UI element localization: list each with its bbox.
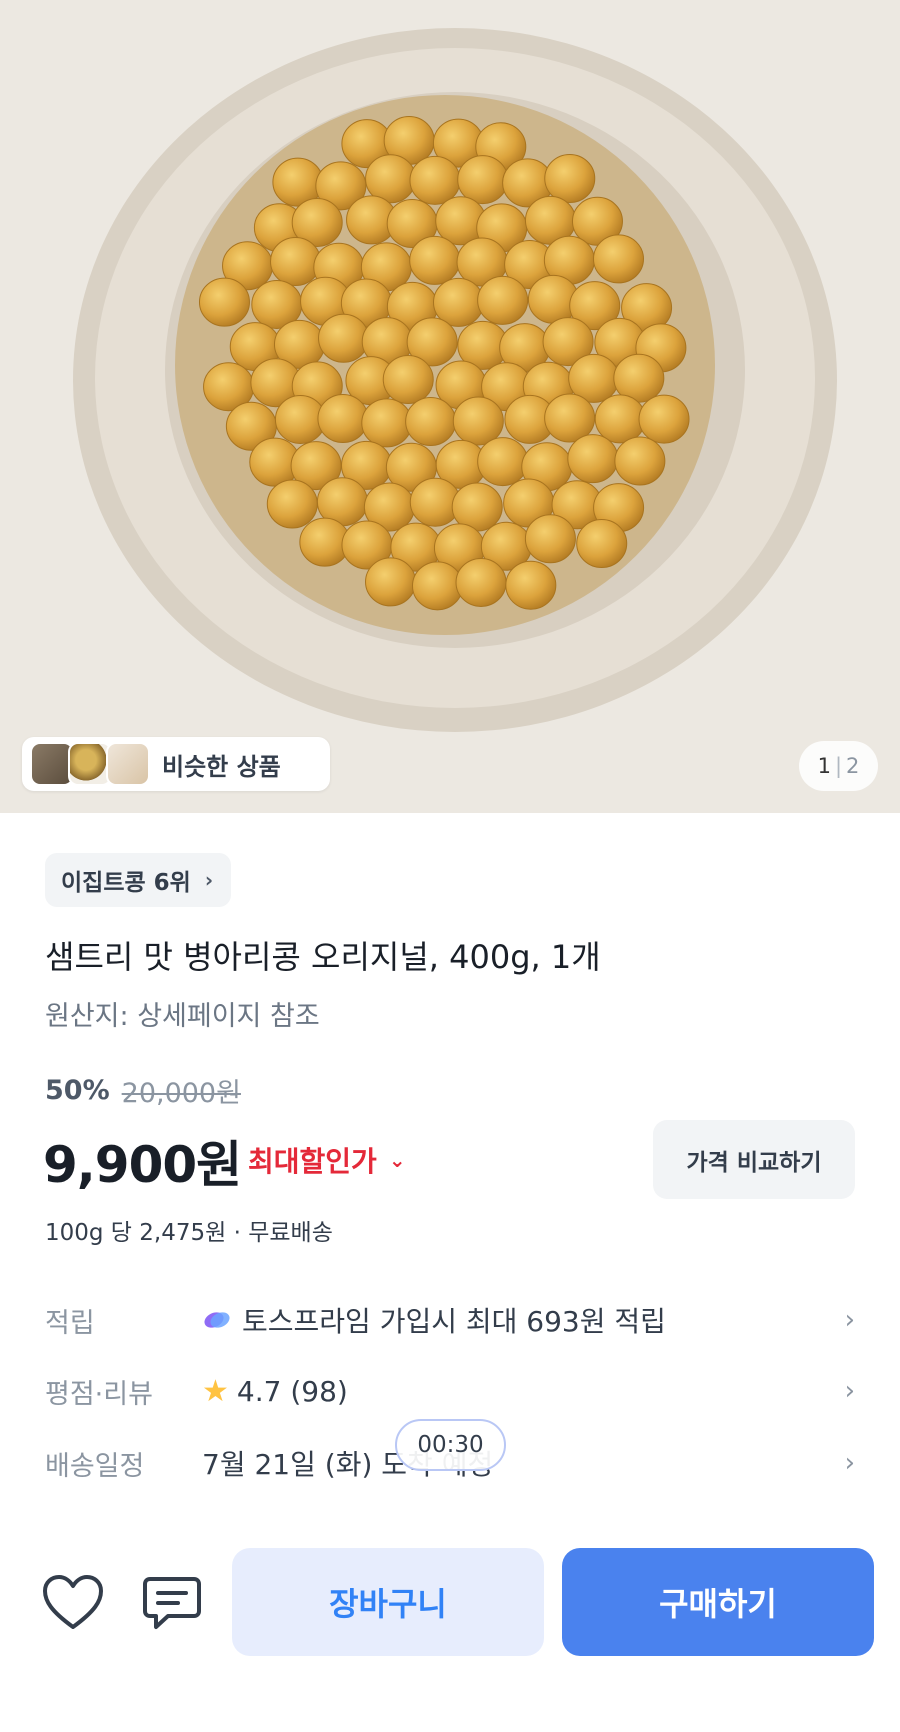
- chat-icon: [143, 1577, 201, 1629]
- chickpea: [409, 235, 461, 285]
- max-discount-label: 최대할인가: [248, 1145, 377, 1178]
- chickpea: [365, 557, 417, 607]
- chickpea: [361, 398, 413, 448]
- wishlist-button[interactable]: [41, 1573, 105, 1633]
- sale-price: 9,900원: [43, 1136, 242, 1194]
- inquiry-button[interactable]: [140, 1573, 204, 1635]
- toss-prime-icon: [204, 1312, 230, 1328]
- rank-label: 이집트콩 6위: [61, 870, 191, 896]
- chickpea: [477, 437, 529, 487]
- product-image-gallery[interactable]: 비슷한 상품 1 | 2: [0, 0, 900, 813]
- similar-thumb: [106, 742, 150, 786]
- chevron-right-icon: ›: [844, 1305, 855, 1335]
- similar-products-button[interactable]: 비슷한 상품: [22, 737, 330, 791]
- product-origin: 원산지: 상세페이지 참조: [45, 1001, 320, 1032]
- chevron-down-icon: ⌄: [388, 1148, 406, 1172]
- discount-row: 50% 20,000원: [45, 1071, 241, 1110]
- pager-divider: |: [834, 754, 843, 778]
- product-title: 샘트리 맛 병아리콩 오리지널, 400g, 1개: [45, 938, 601, 976]
- chickpea: [457, 155, 509, 205]
- discount-rate: 50%: [45, 1075, 110, 1106]
- category-rank-chip[interactable]: 이집트콩 6위 ›: [45, 853, 232, 907]
- points-row[interactable]: 적립 토스프라임 가입시 최대 693원 적립 ›: [45, 1295, 855, 1345]
- pager-current: 1: [817, 754, 831, 778]
- chickpea: [593, 234, 645, 284]
- chickpea: [505, 560, 557, 610]
- max-discount-toggle[interactable]: 최대할인가 ⌄: [248, 1140, 406, 1180]
- chevron-right-icon: ›: [844, 1448, 855, 1478]
- chickpea-bowl-image: [0, 0, 900, 813]
- chickpea: [382, 355, 434, 405]
- chickpea: [405, 397, 457, 447]
- pager-total: 2: [846, 754, 860, 778]
- chickpea: [524, 514, 576, 564]
- image-pager: 1 | 2: [799, 741, 878, 791]
- timer-badge: 00:30: [395, 1419, 506, 1471]
- chickpea: [266, 479, 318, 529]
- chickpea: [638, 394, 690, 444]
- chickpea: [452, 396, 504, 446]
- rating-key: 평점·리뷰: [45, 1378, 153, 1410]
- rating-value: 4.7 (98): [236, 1374, 348, 1408]
- chickpea: [477, 275, 529, 325]
- heart-icon: [43, 1575, 103, 1629]
- chickpea: [455, 557, 507, 607]
- chevron-right-icon: ›: [204, 868, 214, 892]
- chickpea: [270, 237, 322, 287]
- star-icon: ★: [202, 1373, 229, 1409]
- chickpea: [412, 561, 464, 611]
- rating-review-row[interactable]: 평점·리뷰 ★ 4.7 (98) ›: [45, 1366, 855, 1416]
- buy-now-button[interactable]: 구매하기: [562, 1548, 874, 1656]
- chickpea: [594, 394, 646, 444]
- chickpea: [318, 313, 370, 363]
- chickpea: [567, 434, 619, 484]
- similar-products-label: 비슷한 상품: [162, 752, 281, 781]
- points-value: 토스프라임 가입시 최대 693원 적립: [242, 1305, 666, 1338]
- price-compare-button[interactable]: 가격 비교하기: [653, 1120, 855, 1199]
- unit-price-shipping: 100g 당 2,475원 · 무료배송: [45, 1220, 333, 1246]
- points-key: 적립: [45, 1307, 95, 1339]
- original-price: 20,000원: [121, 1078, 241, 1109]
- chickpea: [614, 436, 666, 486]
- chickpea: [317, 394, 369, 444]
- chickpea: [576, 519, 628, 569]
- chevron-right-icon: ›: [844, 1376, 855, 1406]
- delivery-key: 배송일정: [45, 1450, 145, 1482]
- add-to-cart-button[interactable]: 장바구니: [232, 1548, 544, 1656]
- chickpea: [409, 155, 461, 205]
- chickpea: [544, 154, 596, 204]
- chickpea: [198, 277, 250, 327]
